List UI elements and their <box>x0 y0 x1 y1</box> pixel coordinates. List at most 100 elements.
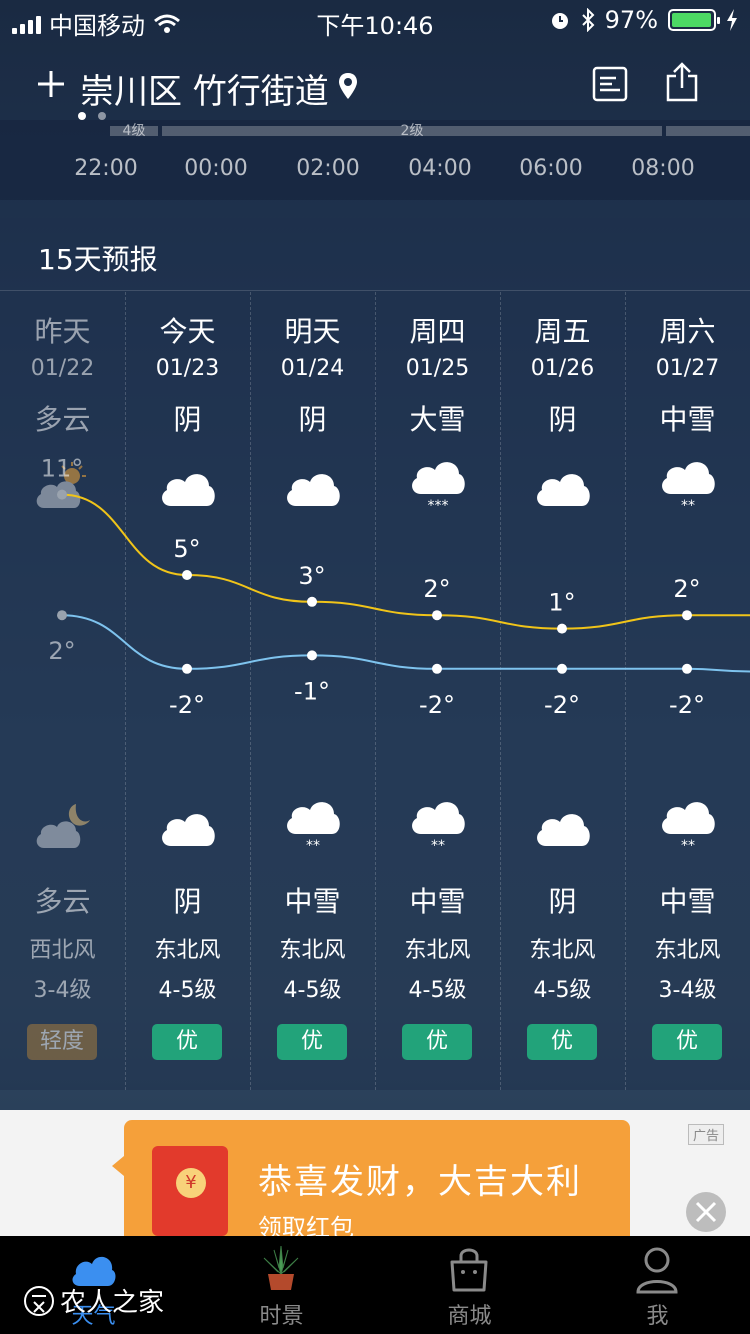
day-name: 周六 <box>659 315 716 348</box>
forecast-day-column[interactable]: 周六 01/27 中雪 ** ** 中雪 东北风 3-4级优 <box>625 292 750 1090</box>
hourly-forecast[interactable]: 4级 2级 22:00 00:00 02:00 04:00 06:00 08:0… <box>0 120 750 200</box>
moderate-snow-icon: ** <box>287 802 340 854</box>
moderate-snow-icon: ** <box>412 802 465 854</box>
day-name: 明天 <box>284 315 341 348</box>
add-city-button[interactable] <box>36 66 66 106</box>
wind-level: 4-5级 <box>283 978 342 1003</box>
tab-label: 我 <box>646 1304 669 1329</box>
close-icon <box>695 1201 717 1223</box>
wind-direction: 东北风 <box>404 938 471 963</box>
battery-percent: 97% <box>604 6 658 34</box>
column-divider <box>625 292 626 1090</box>
forecast-day-column[interactable]: 昨天 01/22 多云 多云 西北风 3-4级 轻度 <box>0 292 125 1090</box>
battery-icon <box>668 9 720 31</box>
hourly-time: 08:00 <box>631 156 695 181</box>
night-condition: 中雪 <box>659 885 716 918</box>
page-dot-active <box>78 112 86 120</box>
status-right: 97% <box>549 6 738 34</box>
partly-cloudy-night-icon <box>36 804 90 848</box>
coin-icon: ¥ <box>176 1168 206 1198</box>
day-date: 01/27 <box>655 356 720 381</box>
hourly-time: 02:00 <box>296 156 360 181</box>
forecast-15day: 15天预报 昨天 01/22 多云 多云 西北风 3-4级 轻度 今天 01/23 阴阴东北风 4-… <box>0 218 750 1090</box>
hourly-time: 22:00 <box>74 156 138 181</box>
svg-text:**: ** <box>681 838 695 854</box>
day-condition: 阴 <box>298 403 327 436</box>
day-date: 01/22 <box>30 356 95 381</box>
wind-level: 3-4级 <box>33 978 92 1003</box>
aqi-badge: 优 <box>277 1024 347 1060</box>
heavy-snow-icon: *** <box>412 462 465 514</box>
page-indicator <box>78 112 106 120</box>
tab-weather[interactable]: 天气 农人之家 <box>0 1236 187 1334</box>
moderate-snow-icon: ** <box>662 462 715 514</box>
svg-text:**: ** <box>681 498 695 514</box>
report-icon[interactable] <box>592 66 628 102</box>
partly-cloudy-day-icon <box>36 462 86 508</box>
share-icon[interactable] <box>664 62 700 102</box>
cloudy-icon <box>537 474 590 506</box>
column-divider <box>125 292 126 1090</box>
wind-direction: 东北风 <box>154 938 221 963</box>
hourly-time: 06:00 <box>519 156 583 181</box>
hourly-wind-label: 4级 <box>110 124 158 138</box>
hourly-wind-bar <box>666 126 750 136</box>
tab-me[interactable]: 我 <box>564 1236 750 1334</box>
wind-level: 4-5级 <box>158 978 217 1003</box>
cloudy-icon <box>162 814 215 846</box>
tab-bar: 天气 农人之家 时景 商城 我 <box>0 1236 750 1334</box>
wind-direction: 东北风 <box>279 938 346 963</box>
forecast-day-column[interactable]: 周四 01/25 大雪 *** ** 中雪 东北风 4-5级优 <box>375 292 500 1090</box>
column-divider <box>375 292 376 1090</box>
cloudy-icon <box>537 814 590 846</box>
watermark-logo-icon <box>24 1285 54 1316</box>
ad-subtitle: 领取红包 <box>258 1214 354 1236</box>
forecast-columns[interactable]: 昨天 01/22 多云 多云 西北风 3-4级 轻度 今天 01/23 阴阴东北风 4-5级优明天 0… <box>0 292 750 1090</box>
bluetooth-icon <box>581 8 595 32</box>
divider <box>0 290 750 291</box>
forecast-day-column[interactable]: 周五 01/26 阴阴东北风 4-5级优 <box>500 292 625 1090</box>
day-condition: 中雪 <box>659 403 716 436</box>
city-name[interactable]: 崇川区 竹行街道 <box>80 64 329 113</box>
aqi-badge: 优 <box>402 1024 472 1060</box>
day-date: 01/24 <box>280 356 345 381</box>
wind-level: 3-4级 <box>658 978 717 1003</box>
moderate-snow-icon: ** <box>662 802 715 854</box>
night-condition: 中雪 <box>284 885 341 918</box>
cloudy-icon <box>287 474 340 506</box>
tab-shop[interactable]: 商城 <box>376 1236 563 1334</box>
ad-close-button[interactable] <box>686 1192 726 1232</box>
header: 崇川区 竹行街道 <box>0 48 750 124</box>
night-condition: 多云 <box>34 885 91 918</box>
day-name: 昨天 <box>34 315 91 348</box>
tab-label: 时景 <box>259 1304 304 1329</box>
section-title: 15天预报 <box>38 243 158 276</box>
forecast-day-column[interactable]: 今天 01/23 阴阴东北风 4-5级优 <box>125 292 250 1090</box>
tab-scenery[interactable]: 时景 <box>188 1236 375 1334</box>
ad-title: 恭喜发财，大吉大利 <box>258 1162 582 1202</box>
user-icon <box>636 1247 678 1294</box>
hourly-time: 00:00 <box>184 156 248 181</box>
day-condition: 阴 <box>173 403 202 436</box>
day-condition: 多云 <box>34 403 91 436</box>
night-condition: 阴 <box>548 885 577 918</box>
aqi-badge: 轻度 <box>27 1024 97 1060</box>
location-pin-icon <box>339 73 357 99</box>
aqi-badge: 优 <box>652 1024 722 1060</box>
ad-banner[interactable]: ¥ 恭喜发财，大吉大利 领取红包 广告 <box>0 1110 750 1236</box>
hourly-wind-label: 2级 <box>162 124 662 138</box>
day-name: 今天 <box>159 315 216 348</box>
column-divider <box>250 292 251 1090</box>
wind-level: 4-5级 <box>533 978 592 1003</box>
forecast-day-column[interactable]: 明天 01/24 阴 ** 中雪东北风 4-5级优 <box>250 292 375 1090</box>
tab-label: 商城 <box>447 1304 492 1329</box>
ad-card[interactable]: ¥ 恭喜发财，大吉大利 领取红包 <box>112 1120 630 1236</box>
watermark-text: 农人之家 <box>60 1288 165 1318</box>
svg-text:**: ** <box>306 838 320 854</box>
ad-tag: 广告 <box>687 1124 724 1145</box>
wind-direction: 东北风 <box>529 938 596 963</box>
day-date: 01/25 <box>405 356 470 381</box>
hourly-time: 04:00 <box>408 156 472 181</box>
svg-text:***: *** <box>428 498 449 514</box>
status-bar: 中国移动 下午10:46 97% <box>0 0 750 40</box>
